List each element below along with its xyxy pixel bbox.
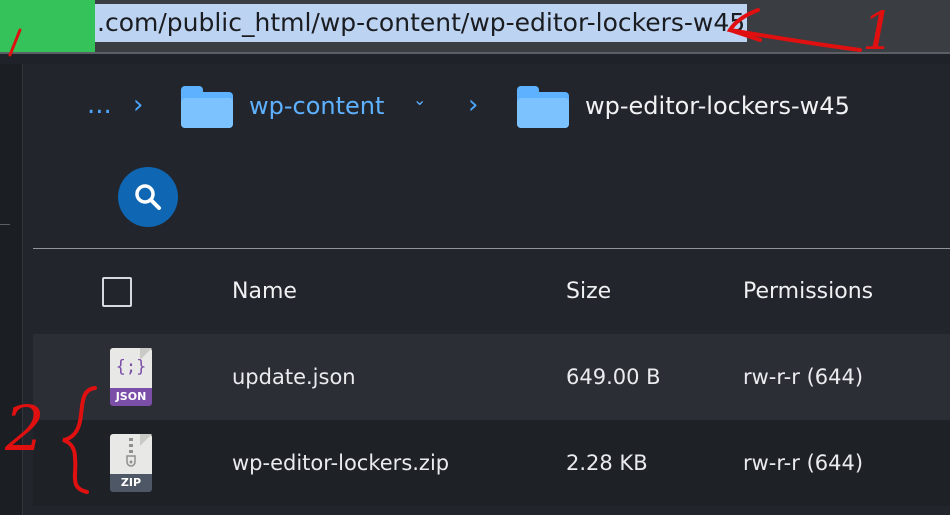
file-name[interactable]: update.json	[232, 365, 356, 389]
column-header-size[interactable]: Size	[566, 279, 611, 304]
folder-icon	[181, 86, 233, 128]
breadcrumb-item-wp-content[interactable]: wp-content	[249, 92, 384, 120]
breadcrumb: ... › wp-content ⌄ › wp-editor-lockers-w…	[23, 64, 950, 150]
table-row[interactable]: {;} JSON update.json 649.00 B rw-r-r (64…	[33, 334, 950, 420]
column-header-name[interactable]: Name	[232, 279, 297, 304]
address-url[interactable]: .com/public_html/wp-content/wp-editor-lo…	[95, 4, 748, 42]
column-header-permissions[interactable]: Permissions	[743, 279, 873, 304]
search-icon	[135, 184, 161, 210]
file-size: 649.00 B	[566, 365, 661, 389]
table-header: Name Size Permissions	[33, 250, 950, 334]
folder-icon	[517, 86, 569, 128]
breadcrumb-ellipsis[interactable]: ...	[87, 90, 112, 120]
address-bar[interactable]: .com/public_html/wp-content/wp-editor-lo…	[0, 0, 950, 54]
toolbar-divider	[33, 248, 950, 249]
file-permissions[interactable]: rw-r-r (644)	[743, 451, 863, 475]
json-file-icon: {;} JSON	[110, 348, 156, 406]
zip-file-icon: ZIP	[110, 434, 156, 492]
breadcrumb-item-current: wp-editor-lockers-w45	[585, 92, 850, 120]
chevron-down-icon[interactable]: ⌄	[413, 90, 426, 109]
redaction-block	[0, 0, 95, 52]
chevron-right-icon: ›	[468, 90, 479, 120]
file-permissions[interactable]: rw-r-r (644)	[743, 365, 863, 389]
file-name[interactable]: wp-editor-lockers.zip	[232, 451, 449, 475]
search-button[interactable]	[118, 167, 178, 227]
sidebar-divider	[0, 224, 10, 225]
file-manager-main: ... › wp-content ⌄ › wp-editor-lockers-w…	[23, 64, 950, 515]
table-row[interactable]: ZIP wp-editor-lockers.zip 2.28 KB rw-r-r…	[33, 420, 950, 506]
select-all-checkbox[interactable]	[102, 277, 132, 307]
file-size: 2.28 KB	[566, 451, 648, 475]
chevron-right-icon: ›	[133, 90, 144, 120]
left-sidebar	[0, 64, 23, 515]
